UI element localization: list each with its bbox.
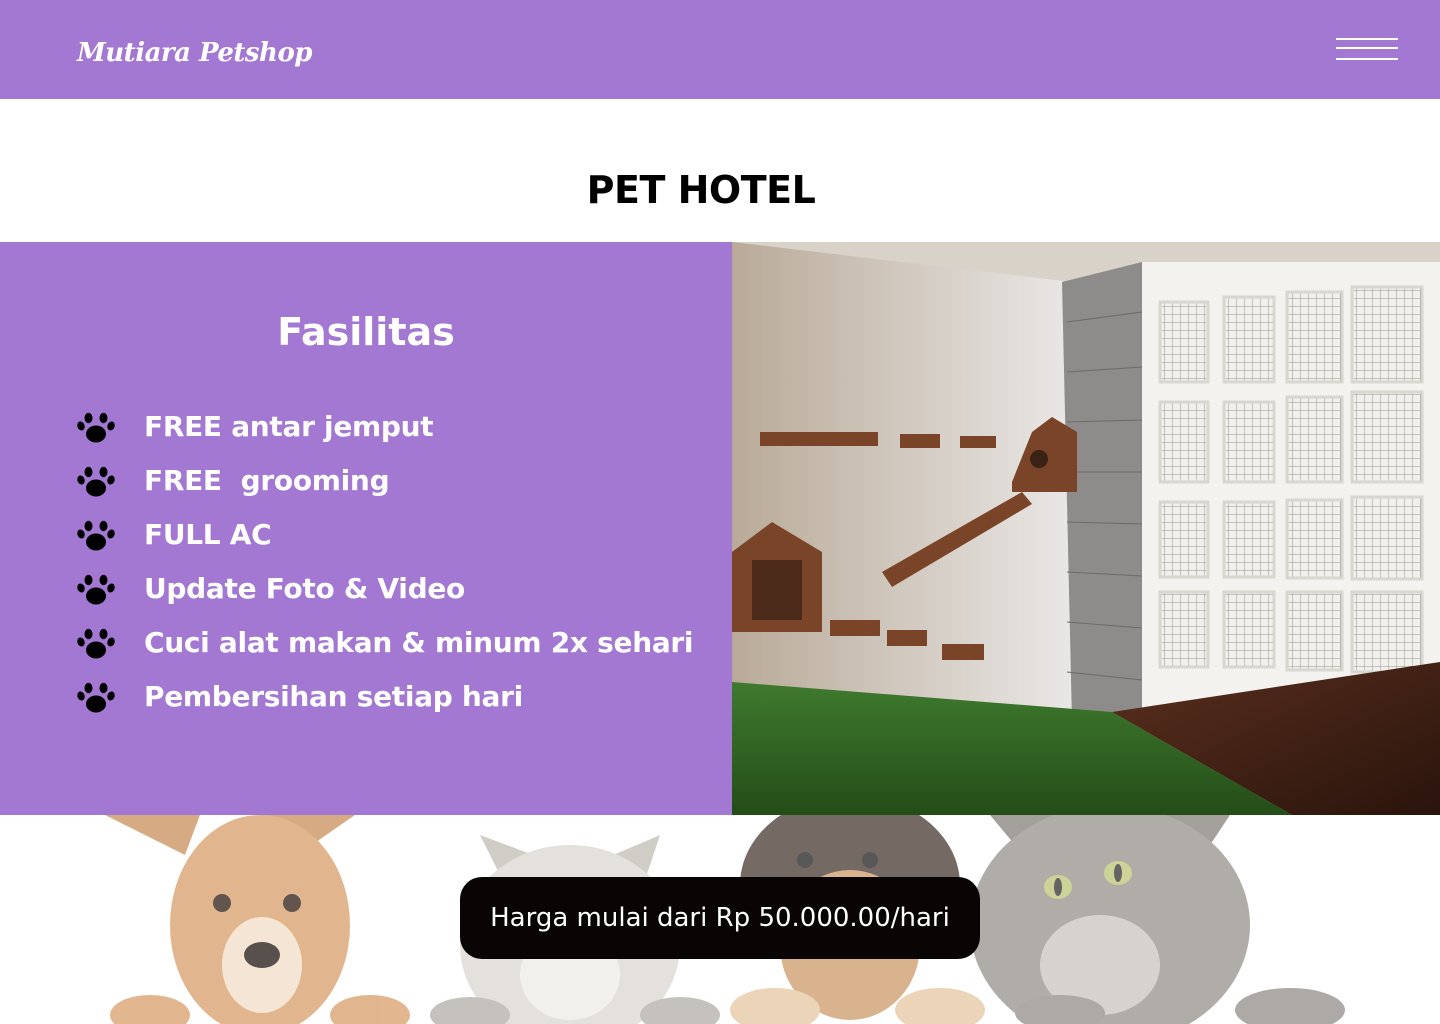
facility-item: Update Foto & Video [76,561,693,615]
hotel-room-illustration [732,242,1440,815]
facility-item: FREE grooming [76,453,693,507]
facility-label: Cuci alat makan & minum 2x sehari [144,625,694,659]
facility-list: FREE antar jemput FREE grooming FULL AC … [76,399,694,723]
price-button[interactable]: Harga mulai dari Rp 50.000.00/hari [460,877,980,959]
menu-line [1336,38,1398,40]
facility-item: Pembersihan setiap hari [76,669,693,723]
navbar: Mutiara Petshop [0,0,1440,99]
hamburger-menu-icon[interactable] [1336,38,1398,62]
paw-print-icon [76,622,116,662]
facility-item: FULL AC [76,507,693,561]
paw-print-icon [76,676,116,716]
menu-line [1336,47,1398,49]
facility-label: Update Foto & Video [144,571,465,605]
facility-label: FREE antar jemput [144,409,434,443]
facility-item: Cuci alat makan & minum 2x sehari [76,615,694,669]
facility-label: FULL AC [144,517,272,551]
page-title: PET HOTEL [586,168,816,212]
paw-print-icon [76,406,116,446]
brand-logo[interactable]: Mutiara Petshop [77,38,312,68]
facilities-heading: Fasilitas [277,310,455,354]
paw-print-icon [76,568,116,608]
facilities-panel: Fasilitas FREE antar jemput FREE groomin… [0,242,732,815]
facility-item: FREE antar jemput [76,399,693,453]
paw-print-icon [76,514,116,554]
pet-hotel-room-photo [732,242,1440,815]
paw-print-icon [76,460,116,500]
facility-label: Pembersihan setiap hari [144,679,523,713]
facility-label: FREE grooming [144,463,390,497]
menu-line [1336,58,1398,60]
